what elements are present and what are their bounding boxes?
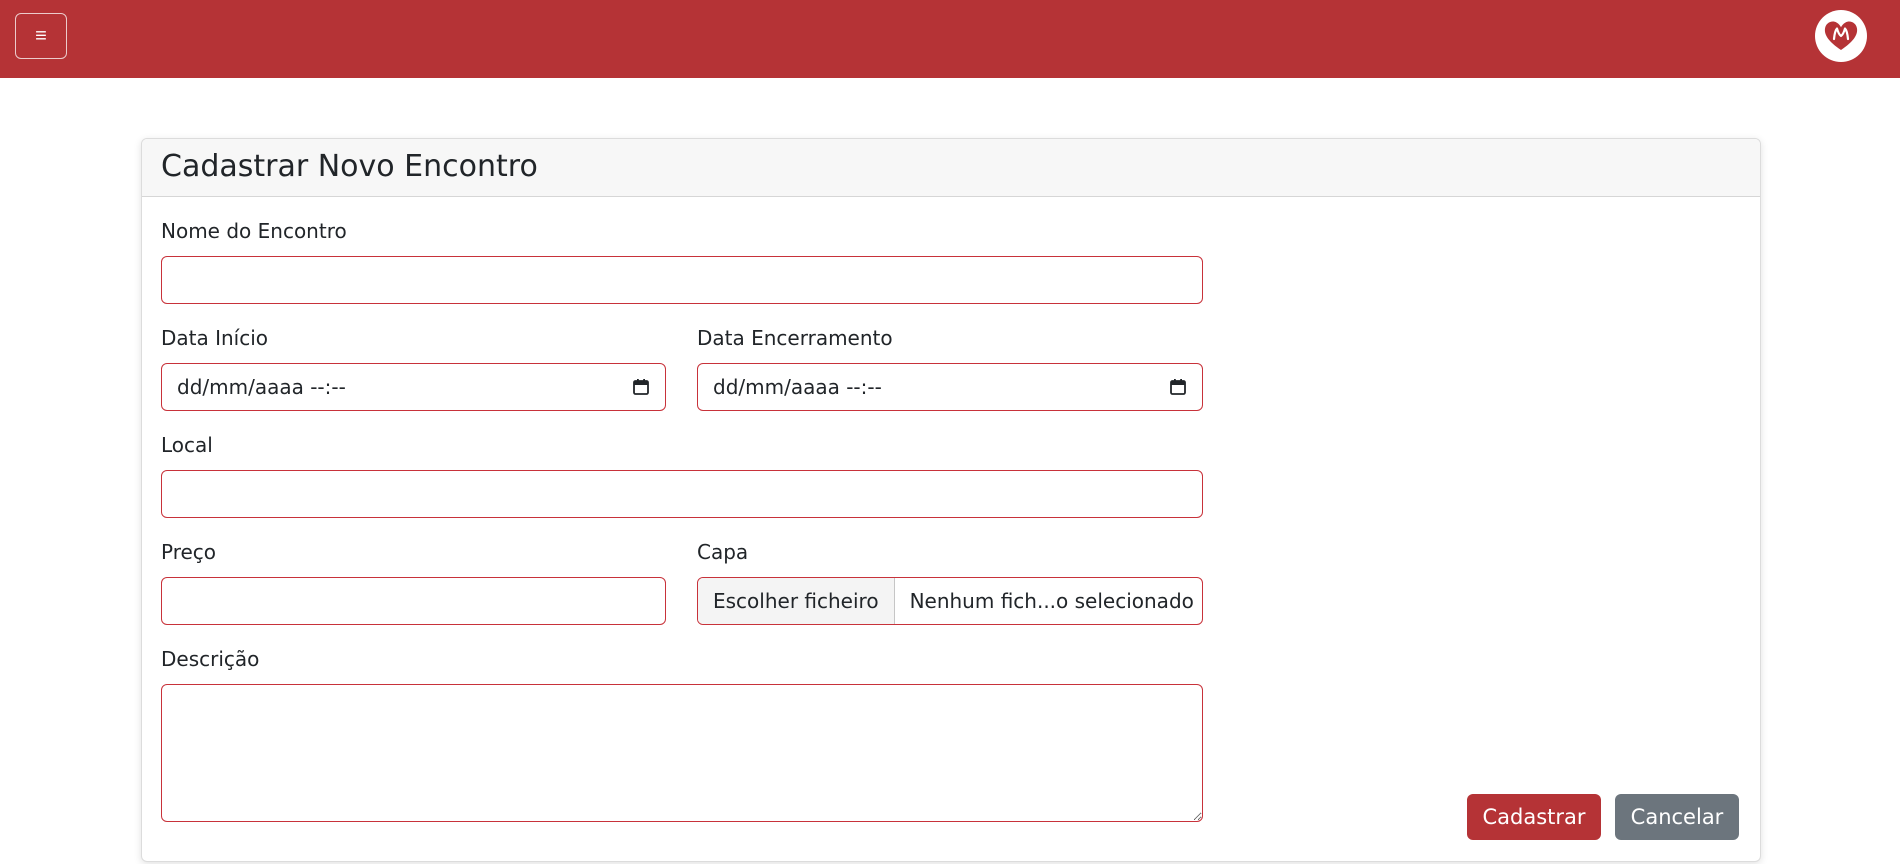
file-status-text: Nenhum fich...o selecionado [909, 589, 1194, 613]
nome-label: Nome do Encontro [161, 219, 347, 243]
descricao-label: Descrição [161, 647, 260, 671]
data-encerramento-input[interactable]: dd/mm/aaaa --:-- [697, 363, 1203, 411]
data-inicio-placeholder: dd/mm/aaaa --:-- [177, 375, 346, 399]
top-navbar: ≡ [0, 0, 1900, 78]
capa-label: Capa [697, 540, 749, 564]
cancelar-button[interactable]: Cancelar [1615, 794, 1739, 840]
data-encerramento-label: Data Encerramento [697, 326, 893, 350]
cadastrar-button[interactable]: Cadastrar [1467, 794, 1601, 840]
data-inicio-input[interactable]: dd/mm/aaaa --:-- [161, 363, 666, 411]
nome-input[interactable] [161, 256, 1203, 304]
page-title: Cadastrar Novo Encontro [161, 149, 538, 184]
card-header: Cadastrar Novo Encontro [142, 139, 1760, 197]
heart-logo-svg [1824, 21, 1858, 50]
descricao-textarea[interactable] [161, 684, 1203, 822]
calendar-icon[interactable] [1169, 378, 1187, 396]
calendar-icon[interactable] [632, 378, 650, 396]
preco-input[interactable] [161, 577, 666, 625]
menu-toggle-button[interactable]: ≡ [15, 13, 67, 59]
preco-label: Preço [161, 540, 217, 564]
local-input[interactable] [161, 470, 1203, 518]
local-label: Local [161, 433, 213, 457]
capa-file-input[interactable]: Escolher ficheiro Nenhum fich...o seleci… [697, 577, 1203, 625]
data-inicio-label: Data Início [161, 326, 269, 350]
data-encerramento-placeholder: dd/mm/aaaa --:-- [713, 375, 882, 399]
hamburger-icon: ≡ [35, 25, 47, 47]
new-meeting-card: Cadastrar Novo Encontro Nome do Encontro… [141, 138, 1761, 862]
heart-logo-icon[interactable] [1815, 10, 1867, 62]
choose-file-button[interactable]: Escolher ficheiro [698, 578, 895, 624]
